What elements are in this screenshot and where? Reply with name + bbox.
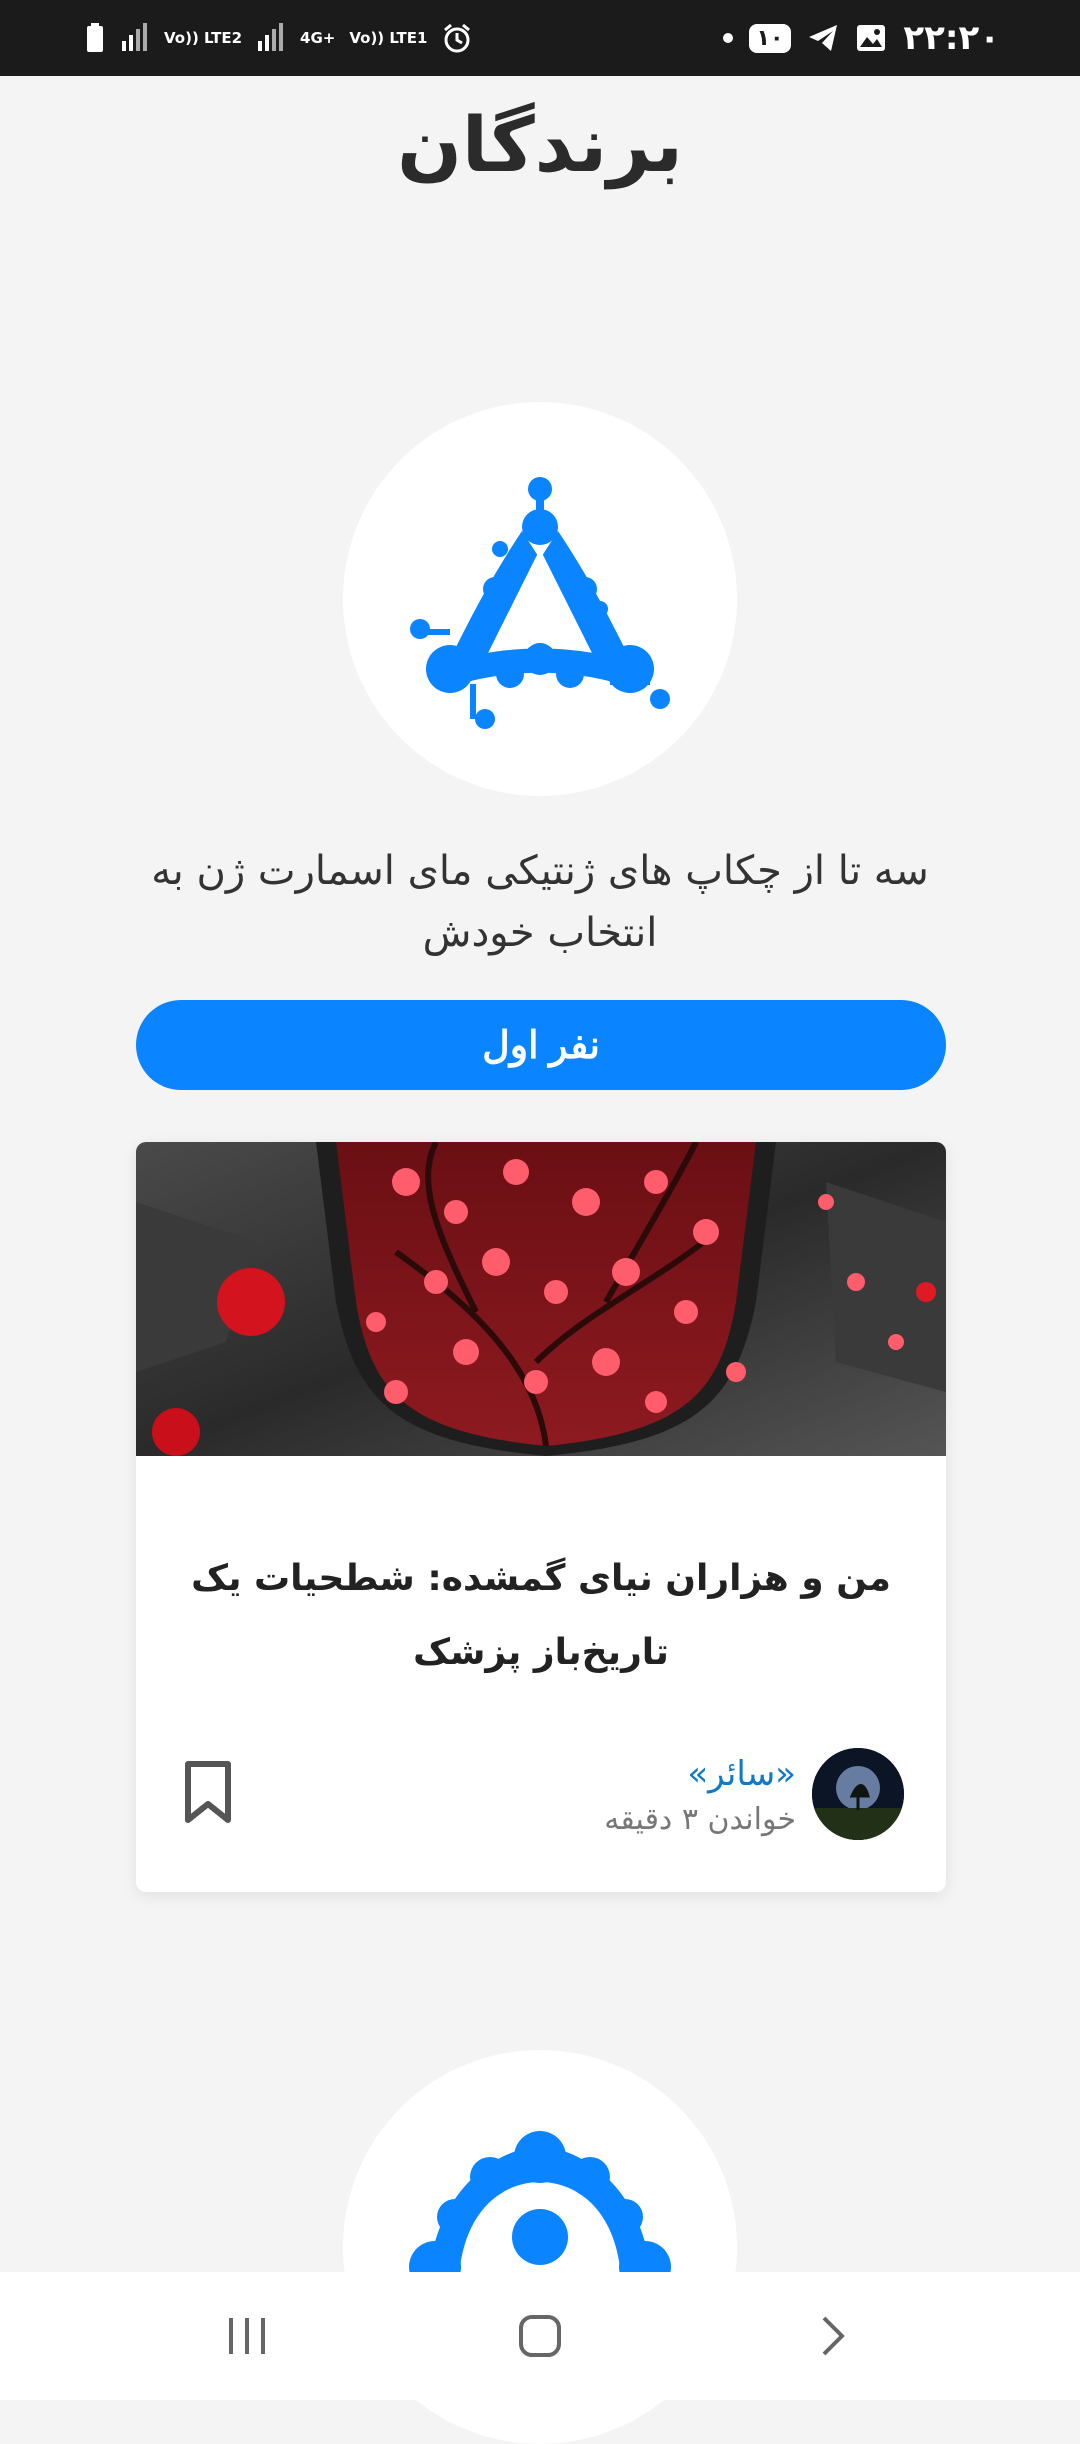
author-name-link[interactable]: «سائر» [687, 1754, 796, 1794]
article-card[interactable]: من و هزاران نیای گمشده: شطحیات یک تاریخ‌… [136, 1142, 946, 1892]
article-cover-image[interactable] [136, 1142, 946, 1456]
dna-triangle-logo-icon [410, 477, 670, 729]
gallery-icon [857, 25, 886, 51]
status-icons-left: Vo)) LTE2 4G+ Vo)) LTE1 [84, 22, 473, 54]
status-bar: Vo)) LTE2 4G+ Vo)) LTE1 ۱۰ ۲۲:۲۰ [0, 0, 1080, 76]
alarm-icon [444, 23, 471, 53]
page-title: برندگان [397, 100, 683, 189]
article-meta: «سائر» خواندن ۳ دقیقه [136, 1748, 946, 1848]
article-title[interactable]: من و هزاران نیای گمشده: شطحیات یک تاریخ‌… [176, 1542, 906, 1690]
author-avatar[interactable] [812, 1748, 904, 1840]
signal-icon [122, 23, 147, 51]
home-icon [518, 2315, 561, 2357]
recents-icon [228, 2318, 265, 2354]
signal-icon [258, 23, 284, 51]
first-place-button[interactable]: نفر اول [136, 1000, 946, 1090]
back-icon [822, 2316, 846, 2356]
description-text: سه تا از چکاپ های ژنتیکی مای اسمارت ژن ب… [151, 848, 929, 956]
bookmark-icon[interactable] [182, 1760, 234, 1824]
status-icons-right: ۱۰ ۲۲:۲۰ [722, 18, 1000, 58]
network-label-2: 4G+ [300, 29, 336, 47]
clock: ۲۲:۲۰ [903, 18, 1000, 58]
recents-button[interactable] [202, 2291, 292, 2381]
product-logo [343, 402, 737, 796]
home-button[interactable] [495, 2291, 585, 2381]
dot-icon [722, 33, 733, 43]
system-navigation-bar [0, 2272, 1080, 2400]
battery-icon [87, 23, 103, 52]
telegram-icon [809, 25, 838, 51]
notification-badge: ۱۰ [748, 23, 792, 53]
avatar-image [812, 1748, 904, 1840]
read-time: خواندن ۳ دقیقه [604, 1802, 796, 1837]
back-button[interactable] [788, 2291, 878, 2381]
network-label-3: Vo)) LTE1 [349, 29, 428, 47]
network-label-1: Vo)) LTE2 [164, 29, 243, 47]
